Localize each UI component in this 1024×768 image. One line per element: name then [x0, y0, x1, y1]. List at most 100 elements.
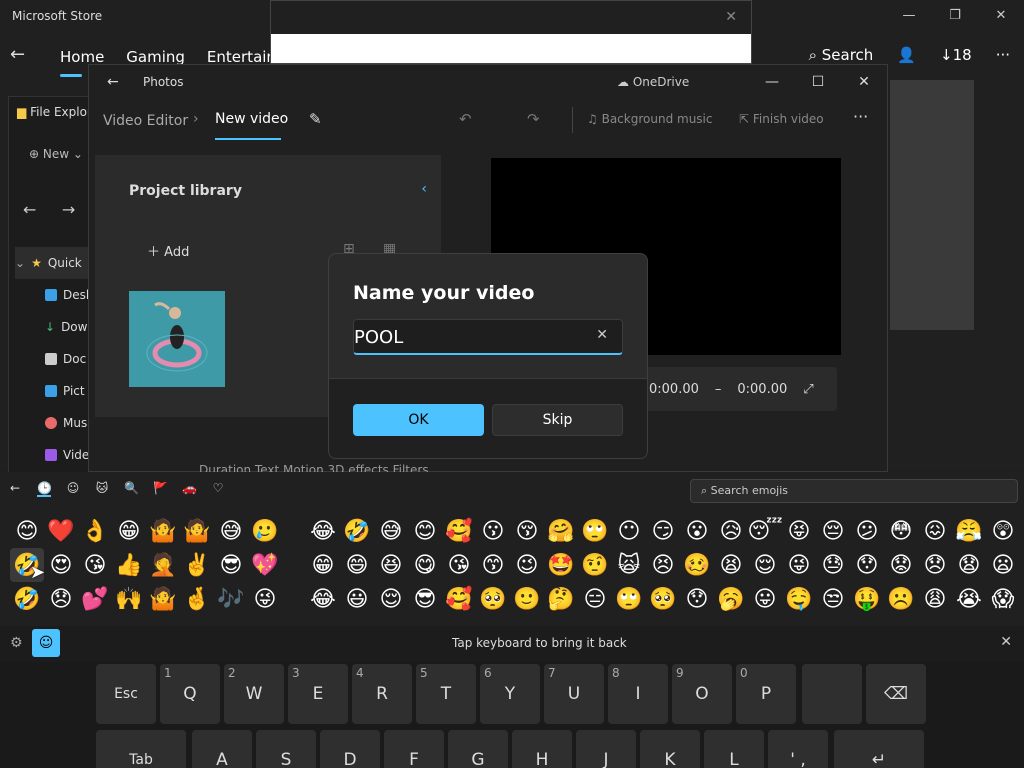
key-s[interactable]: S [256, 730, 316, 768]
nav-item-downloads[interactable]: ↓ Dow [15, 311, 97, 343]
key-i[interactable]: 8I [608, 664, 668, 724]
animal-tab-icon[interactable]: 🐱 [95, 481, 109, 497]
emoji-item[interactable]: 🙄 [578, 514, 612, 548]
back-arrow-icon[interactable]: ← [107, 74, 119, 90]
key-esc[interactable]: Esc [96, 664, 156, 724]
maximize-button[interactable]: ❐ [932, 0, 978, 32]
key-r[interactable]: 4R [352, 664, 412, 724]
maximize-button[interactable]: ☐ [795, 65, 841, 99]
emoji-item[interactable]: 😴 [747, 514, 782, 548]
emoji-item[interactable]: 😊 [10, 514, 44, 548]
chevron-left-icon[interactable]: ‹ [421, 181, 427, 197]
emoji-item[interactable]: 🥺 [476, 582, 510, 616]
travel-tab-icon[interactable]: 🚗 [182, 481, 197, 497]
key-p[interactable]: 0P [736, 664, 796, 724]
search-button[interactable]: ⌕ Search [809, 46, 874, 64]
more-options-icon[interactable]: ··· [853, 107, 868, 126]
emoji-item[interactable]: 🙀 [612, 548, 646, 582]
emoji-item[interactable]: 😶 [612, 514, 646, 548]
emoji-item[interactable]: 😑 [578, 582, 612, 616]
emoji-item[interactable]: 😂 [306, 514, 340, 548]
blank-key[interactable] [802, 664, 862, 724]
key-[interactable]: ' , [768, 730, 828, 768]
smiley-tab-icon[interactable]: ☺ [66, 481, 80, 497]
emoji-item[interactable]: 🥺 [646, 582, 680, 616]
emoji-item[interactable]: 😎 [408, 582, 442, 616]
emoji-item[interactable]: 🥰 [442, 514, 476, 548]
emoji-item[interactable]: 😉 [510, 548, 544, 582]
account-icon[interactable]: 👤 [897, 46, 916, 64]
emoji-item[interactable]: 😯 [680, 582, 714, 616]
emoji-item[interactable]: 🤗 [544, 514, 578, 548]
nav-item-videos[interactable]: Vide [15, 439, 97, 471]
emoji-item[interactable]: 😯 [850, 548, 884, 582]
emoji-item[interactable]: 😭 [952, 582, 986, 616]
emoji-item[interactable]: 😦 [986, 548, 1020, 582]
emoji-item[interactable]: 😞 [44, 582, 78, 616]
key-d[interactable]: D [320, 730, 380, 768]
recent-tab-icon[interactable]: 🕒 [37, 481, 52, 497]
emoji-item[interactable]: 😎 [214, 548, 248, 582]
emoji-item[interactable]: ☹️ [884, 582, 918, 616]
emoji-item[interactable]: 😅 [374, 514, 408, 548]
emoji-item[interactable]: 🙄 [612, 582, 646, 616]
emoji-item[interactable]: 😜 [248, 582, 282, 616]
emoji-item[interactable]: 😁 [112, 514, 146, 548]
key-q[interactable]: 1Q [160, 664, 220, 724]
emoji-search-box[interactable]: ⌕ Search emojis [690, 479, 1018, 503]
backspace-key[interactable]: ⌫ [866, 664, 926, 724]
emoji-item[interactable]: 😊 [408, 514, 442, 548]
emoji-item[interactable]: 🥴 [680, 548, 714, 582]
emoji-item[interactable]: 🤨 [578, 548, 612, 582]
back-icon[interactable]: ← [23, 200, 36, 219]
emoji-item[interactable]: 😖 [918, 514, 952, 548]
background-music-button[interactable]: ♫ Background music [587, 112, 712, 126]
key-g[interactable]: G [448, 730, 508, 768]
minimize-button[interactable]: — [886, 0, 932, 32]
video-name-input[interactable] [354, 324, 584, 350]
emoji-item[interactable]: 😒 [816, 582, 850, 616]
emoji-item[interactable]: 😔 [816, 514, 850, 548]
emoji-item[interactable]: 🤔 [544, 582, 578, 616]
emoji-item[interactable]: 😥 [714, 514, 748, 548]
back-arrow-icon[interactable]: ← [10, 44, 25, 65]
nav-item-quick-access[interactable]: ⌄ ★ Quick [15, 247, 97, 279]
emoji-item[interactable]: 🤷 [180, 514, 214, 548]
emoji-item[interactable]: ✌️ [180, 548, 214, 582]
key-l[interactable]: L [704, 730, 764, 768]
emoji-item[interactable]: 😄 [340, 548, 374, 582]
gear-icon[interactable]: ⚙ [10, 635, 23, 651]
emoji-item[interactable]: 😁 [306, 548, 340, 582]
key-f[interactable]: F [384, 730, 444, 768]
emoji-item[interactable]: 🙌 [112, 582, 146, 616]
emoji-item[interactable]: 🤦 [146, 548, 180, 582]
new-button[interactable]: ⊕ New ⌄ [29, 147, 83, 161]
key-e[interactable]: 3E [288, 664, 348, 724]
emoji-item[interactable]: 😕 [850, 514, 884, 548]
emoji-item[interactable]: 😱 [986, 582, 1020, 616]
emoji-item[interactable]: 🤷 [146, 582, 180, 616]
emoji-item[interactable]: 🤷 [146, 514, 180, 548]
tab-key[interactable]: Tab [96, 730, 186, 768]
key-t[interactable]: 5T [416, 664, 476, 724]
close-button[interactable]: ✕ [841, 65, 887, 99]
key-k[interactable]: K [640, 730, 700, 768]
pencil-icon[interactable]: ✎ [309, 110, 322, 128]
emoji-item[interactable]: 🤤 [782, 582, 816, 616]
emoji-item[interactable]: 😙 [476, 548, 510, 582]
emoji-item[interactable]: 😜 [782, 548, 816, 582]
onedrive-status[interactable]: ☁ OneDrive [617, 75, 689, 89]
emoji-item[interactable]: 😂 [306, 582, 340, 616]
back-icon[interactable]: ← [8, 481, 22, 497]
emoji-item[interactable]: 🥲 [248, 514, 282, 548]
emoji-item[interactable]: 💖 [248, 548, 282, 582]
emoji-item[interactable]: 😌 [374, 582, 408, 616]
add-button[interactable]: ＋ Add [147, 241, 189, 260]
key-j[interactable]: J [576, 730, 636, 768]
emoji-item[interactable]: 🤑 [850, 582, 884, 616]
key-a[interactable]: A [192, 730, 252, 768]
emoji-item[interactable]: 💕 [78, 582, 112, 616]
undo-icon[interactable]: ↶ [459, 110, 472, 128]
nav-item-pictures[interactable]: Pict [15, 375, 97, 407]
emoji-item[interactable]: 😟 [884, 548, 918, 582]
